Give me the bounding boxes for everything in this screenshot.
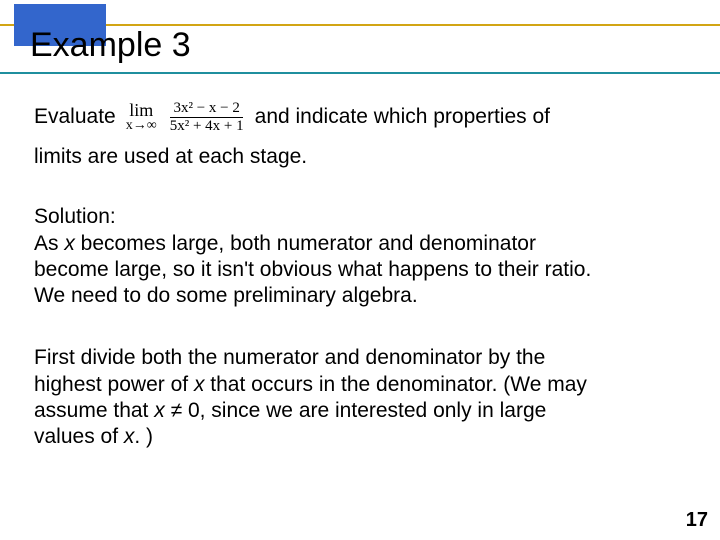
- solution-line-1: As x becomes large, both numerator and d…: [34, 231, 686, 257]
- first-line-2: highest power of x that occurs in the de…: [34, 372, 686, 398]
- after-fraction-text: and indicate which properties of: [255, 104, 550, 130]
- first-l2a: highest power of: [34, 373, 194, 396]
- sol-l1b: becomes large, both numerator and denomi…: [75, 232, 536, 255]
- sol-l1a: As: [34, 232, 64, 255]
- solution-block: Solution: As x becomes large, both numer…: [34, 204, 686, 309]
- fraction-denominator: 5x² + 4x + 1: [167, 118, 247, 135]
- solution-line-3: We need to do some preliminary algebra.: [34, 283, 686, 309]
- first-paragraph: First divide both the numerator and deno…: [34, 345, 686, 450]
- evaluate-label: Evaluate: [34, 104, 116, 130]
- problem-line-2: limits are used at each stage.: [34, 144, 686, 170]
- first-line-1: First divide both the numerator and deno…: [34, 345, 686, 371]
- var-x: x: [124, 425, 135, 448]
- first-l4b: . ): [134, 425, 153, 448]
- first-l4a: values of: [34, 425, 124, 448]
- first-line-3: assume that x ≠ 0, since we are interest…: [34, 398, 686, 424]
- lim-subscript: x→∞: [126, 119, 157, 133]
- title-banner: Example 3: [0, 0, 720, 80]
- neq-symbol: ≠: [165, 399, 188, 422]
- var-x: x: [194, 373, 205, 396]
- problem-line-1: Evaluate lim x→∞ 3x² − x − 2 5x² + 4x + …: [34, 100, 686, 134]
- first-zero: 0, since we are interested only in large: [188, 399, 546, 422]
- solution-label: Solution:: [34, 204, 686, 230]
- lim-text: lim: [129, 101, 153, 119]
- solution-line-2: become large, so it isn't obvious what h…: [34, 257, 686, 283]
- slide: Example 3 Evaluate lim x→∞ 3x² − x − 2 5…: [0, 0, 720, 540]
- first-l3a: assume that: [34, 399, 154, 422]
- fraction: 3x² − x − 2 5x² + 4x + 1: [167, 100, 247, 134]
- page-title: Example 3: [30, 26, 191, 65]
- limit-operator: lim x→∞: [126, 101, 157, 133]
- fraction-numerator: 3x² − x − 2: [170, 100, 242, 118]
- first-l2b: that occurs in the denominator. (We may: [204, 373, 586, 396]
- page-number: 17: [686, 509, 708, 532]
- var-x: x: [64, 232, 75, 255]
- teal-rule-bottom: [0, 72, 720, 74]
- content-body: Evaluate lim x→∞ 3x² − x − 2 5x² + 4x + …: [34, 100, 686, 450]
- first-line-4: values of x. ): [34, 424, 686, 450]
- var-x: x: [154, 399, 165, 422]
